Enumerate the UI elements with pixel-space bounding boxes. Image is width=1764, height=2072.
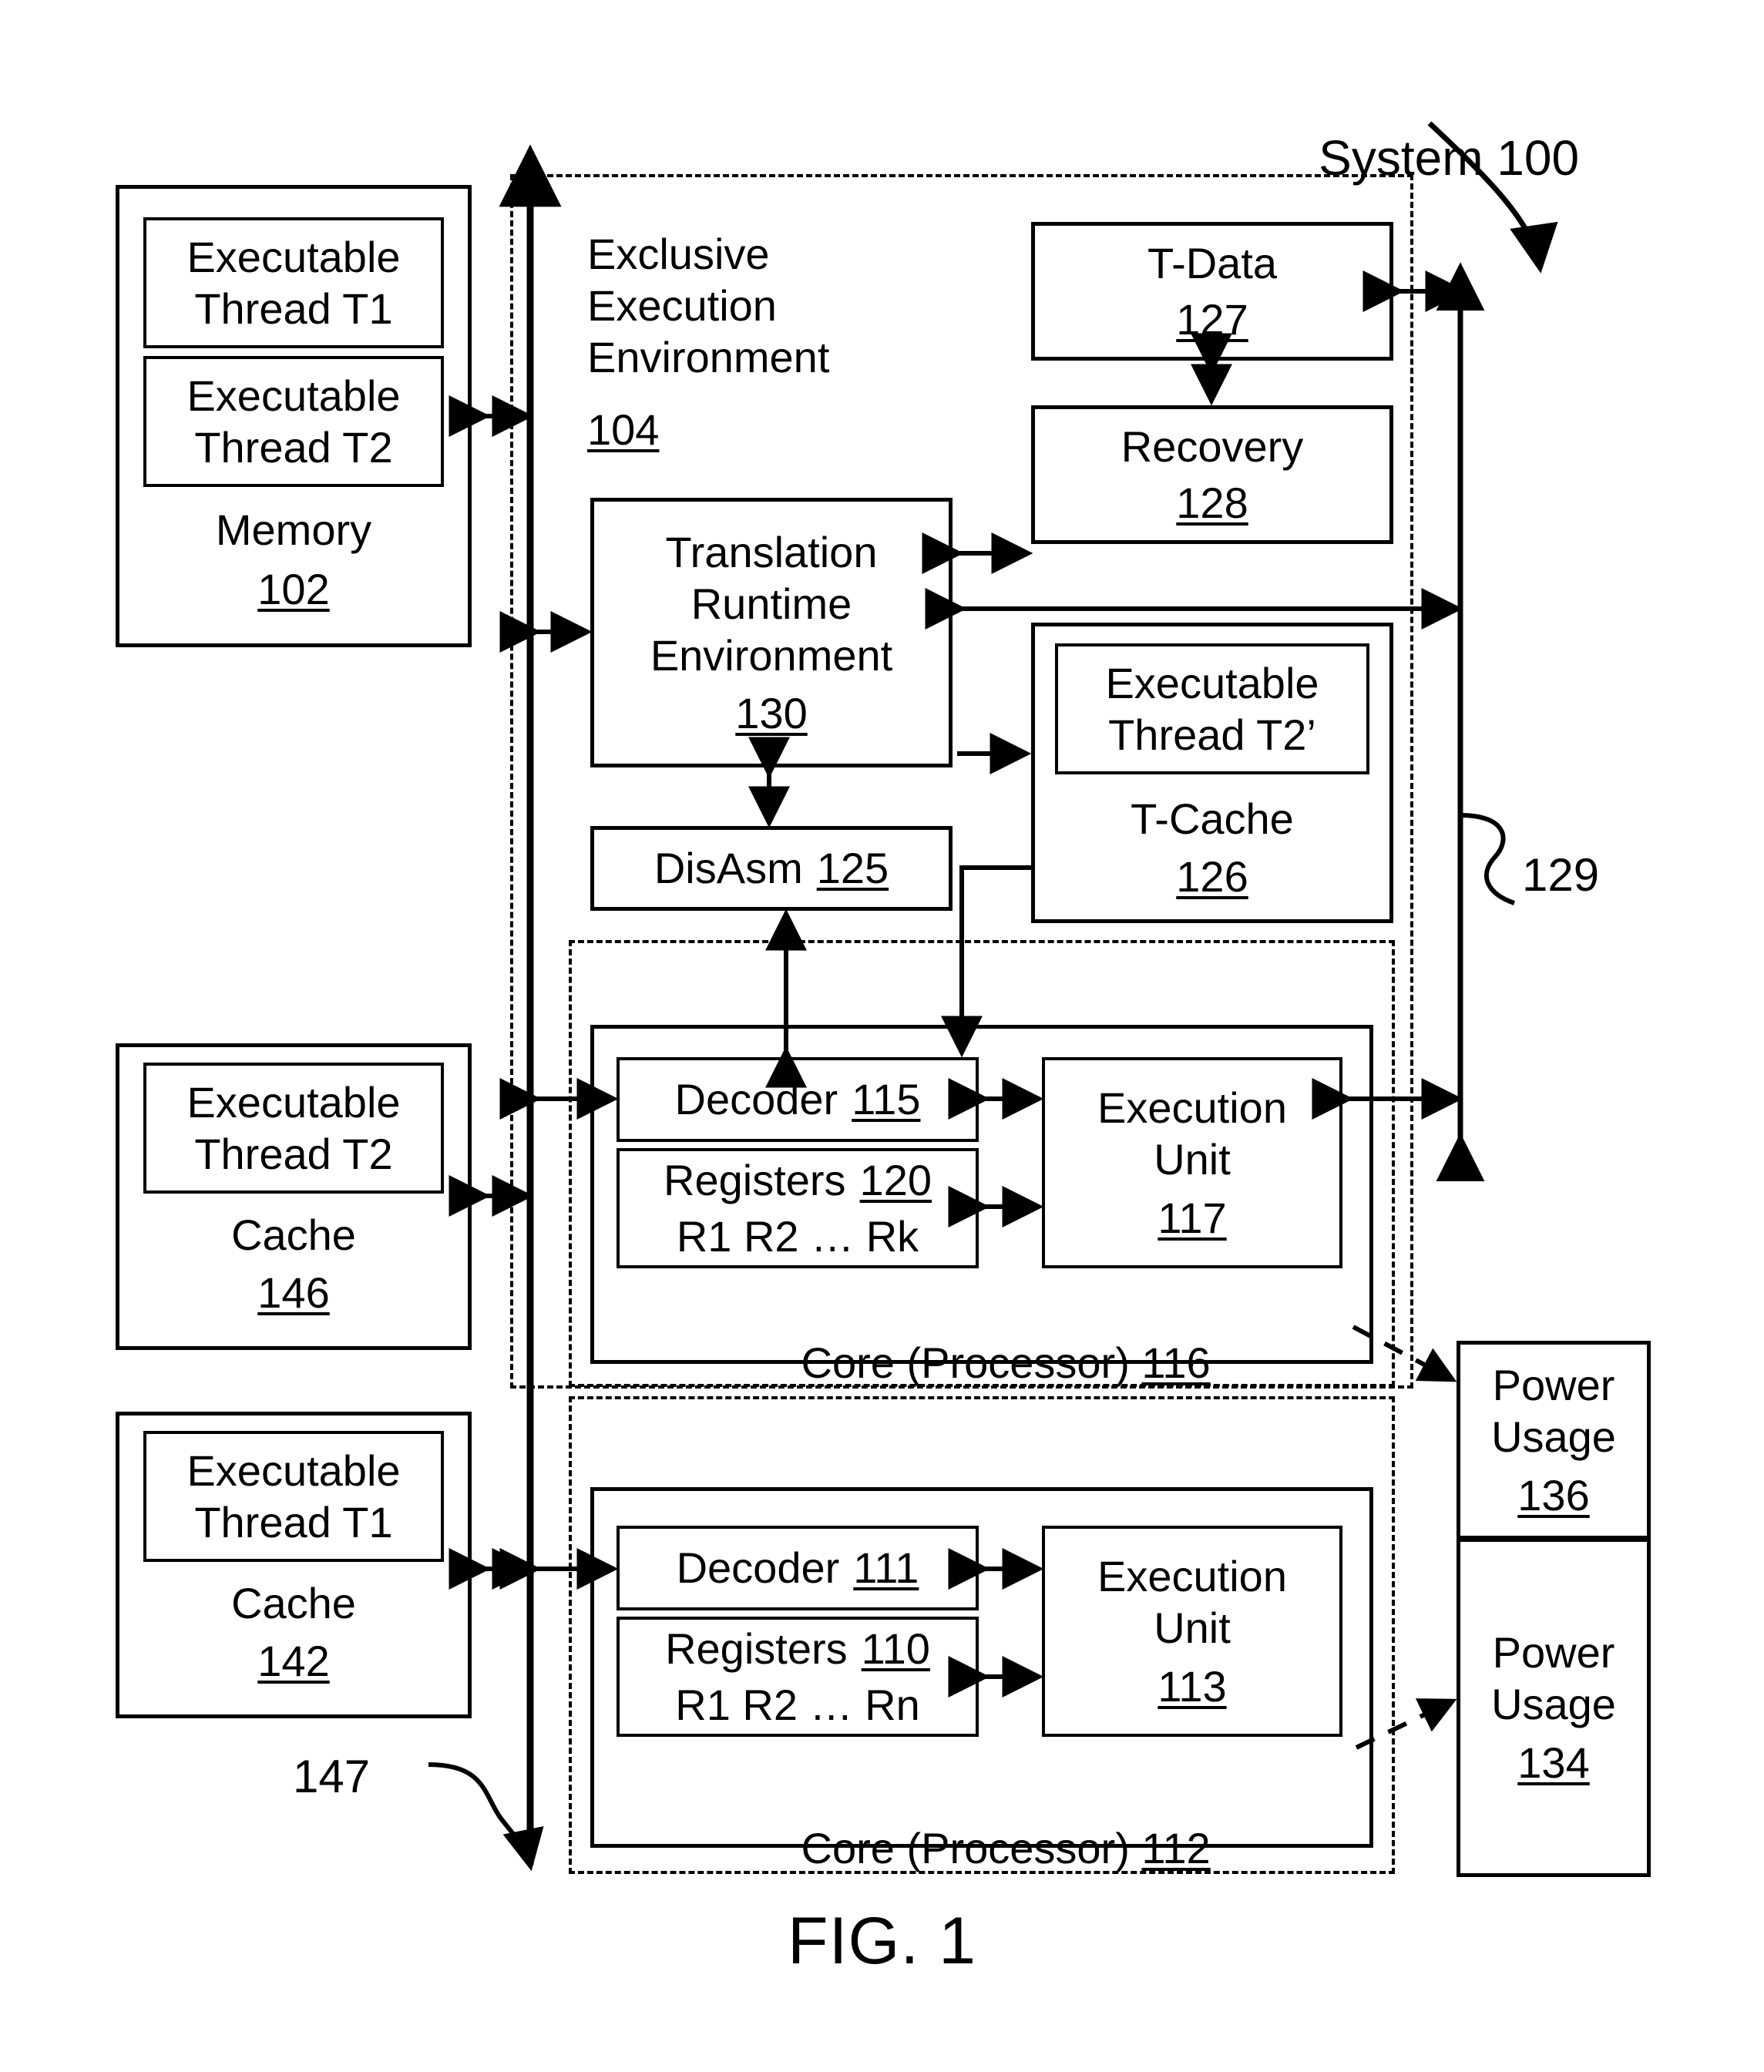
cache-146-ref: 146 [257, 1268, 330, 1318]
execution-unit-117-ref: 117 [1158, 1193, 1227, 1242]
cache-146-thread-t2-box: Executable Thread T2 [143, 1063, 444, 1194]
execution-unit-117-block: Execution Unit 117 [1042, 1057, 1342, 1268]
t-cache-block: Executable Thread T2’ T-Cache 126 [1031, 623, 1393, 923]
execution-unit-113-block: Execution Unit 113 [1042, 1526, 1342, 1737]
cache-146-title: Cache [231, 1211, 356, 1259]
decoder-115-label: Decoder [674, 1075, 838, 1124]
disasm-label: DisAsm [654, 844, 803, 893]
disasm-ref: 125 [816, 844, 889, 893]
t-data-block: T-Data 127 [1031, 222, 1393, 361]
cache-142-thread-t1-box: Executable Thread T1 [143, 1431, 444, 1562]
memory-thread-t2-label: Executable Thread T2 [186, 371, 401, 472]
translation-runtime-environment-block: Translation Runtime Environment 130 [590, 498, 953, 767]
power-usage-134-ref: 134 [1517, 1738, 1590, 1787]
power-usage-136-title: Power Usage [1491, 1361, 1616, 1462]
figure-caption: FIG. 1 [788, 1904, 976, 1978]
t-data-ref: 127 [1176, 295, 1248, 344]
recovery-block: Recovery 128 [1031, 405, 1393, 544]
decoder-111-label: Decoder [676, 1543, 840, 1593]
cache-142-ref: 142 [257, 1637, 330, 1686]
disasm-block: DisAsm 125 [590, 826, 953, 911]
t-cache-thread-t2-prime-box: Executable Thread T2’ [1055, 643, 1369, 774]
registers-120-block: Registers 120 R1 R2 … Rk [617, 1148, 979, 1268]
exclusive-execution-environment-ref: 104 [587, 405, 660, 454]
execution-unit-113-title: Execution Unit [1097, 1552, 1287, 1653]
execution-unit-113-ref: 113 [1158, 1661, 1227, 1711]
memory-title: Memory [215, 505, 372, 554]
registers-110-list: R1 R2 … Rn [675, 1681, 920, 1729]
power-usage-134-block: Power Usage 134 [1457, 1538, 1651, 1877]
bus-147-leader [428, 1762, 544, 1872]
registers-120-label: Registers [664, 1155, 846, 1204]
t-cache-thread-t2-prime-label: Executable Thread T2’ [1105, 658, 1319, 759]
memory-thread-t1-box: Executable Thread T1 [143, 217, 444, 348]
registers-120-ref: 120 [859, 1155, 932, 1204]
registers-120-list: R1 R2 … Rk [676, 1212, 919, 1261]
execution-unit-117-title: Execution Unit [1097, 1083, 1287, 1184]
memory-thread-t1-label: Executable Thread T1 [186, 232, 401, 333]
decoder-115-block: Decoder 115 [617, 1057, 979, 1142]
decoder-111-ref: 111 [853, 1543, 919, 1593]
cache-142-block: Executable Thread T1 Cache 142 [116, 1412, 472, 1718]
power-usage-136-ref: 136 [1517, 1470, 1590, 1520]
bus-147-label: 147 [293, 1751, 371, 1802]
t-cache-ref: 126 [1176, 852, 1248, 902]
cache-146-block: Executable Thread T2 Cache 146 [116, 1043, 472, 1350]
cache-142-title: Cache [231, 1579, 356, 1627]
recovery-title: Recovery [1121, 421, 1304, 471]
bus-129-label: 129 [1522, 849, 1600, 901]
registers-110-block: Registers 110 R1 R2 … Rn [617, 1617, 979, 1737]
exclusive-execution-environment-title: Exclusive Execution Environment [587, 230, 830, 382]
memory-ref: 102 [257, 565, 330, 613]
memory-thread-t2-box: Executable Thread T2 [143, 355, 444, 487]
translation-runtime-environment-ref: 130 [735, 689, 808, 738]
recovery-ref: 128 [1176, 479, 1248, 527]
decoder-111-block: Decoder 111 [617, 1526, 979, 1610]
memory-block: Executable Thread T1 Executable Thread T2 … [116, 185, 472, 647]
decoder-115-ref: 115 [852, 1075, 921, 1124]
registers-110-label: Registers [665, 1624, 848, 1673]
cache-142-thread-t1-label: Executable Thread T1 [186, 1446, 401, 1546]
translation-runtime-environment-title: Translation Runtime Environment [650, 527, 893, 680]
t-cache-title: T-Cache [1131, 794, 1294, 843]
t-data-title: T-Data [1147, 238, 1278, 287]
bus-129-leader [1460, 813, 1516, 905]
cache-146-thread-t2-label: Executable Thread T2 [186, 1077, 401, 1178]
power-usage-136-block: Power Usage 136 [1457, 1341, 1651, 1540]
patent-figure-1: System 100 Executable Thread T1 Executabl… [0, 0, 1764, 2072]
power-usage-134-title: Power Usage [1491, 1628, 1616, 1729]
registers-110-ref: 110 [861, 1624, 930, 1673]
